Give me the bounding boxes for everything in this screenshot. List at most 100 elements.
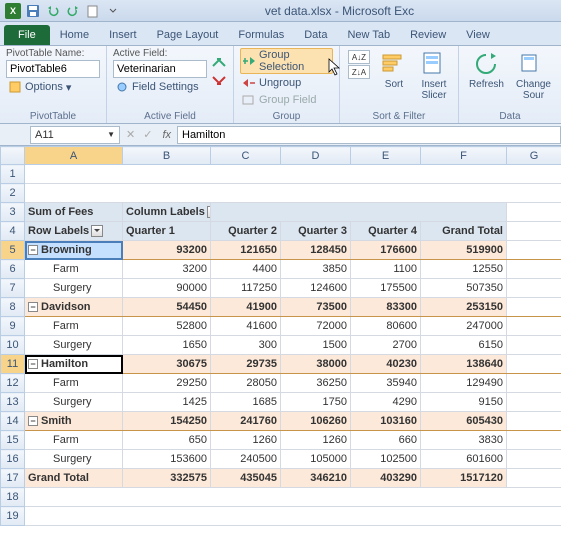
row-header[interactable]: 5 (1, 241, 25, 260)
cell[interactable]: 1260 (281, 431, 351, 450)
col-header-A[interactable]: A (25, 147, 123, 165)
change-source-button[interactable]: Change Sour (512, 48, 555, 103)
row-header[interactable]: 10 (1, 336, 25, 355)
cell[interactable]: 52800 (123, 317, 211, 336)
qat-dropdown-icon[interactable] (104, 2, 122, 20)
options-button[interactable]: Options ▾ (6, 79, 100, 95)
tab-insert[interactable]: Insert (99, 25, 147, 45)
cell[interactable]: 93200 (123, 241, 211, 260)
row-header[interactable]: 2 (1, 184, 25, 203)
tab-page-layout[interactable]: Page Layout (147, 25, 229, 45)
pivot-row-smith[interactable]: −Smith (25, 412, 123, 431)
cell[interactable]: 253150 (421, 298, 507, 317)
collapse-icon[interactable]: − (28, 302, 38, 312)
cell[interactable]: 3850 (281, 260, 351, 279)
row-header[interactable]: 14 (1, 412, 25, 431)
cell[interactable]: 28050 (211, 374, 281, 393)
tab-home[interactable]: Home (50, 25, 99, 45)
cell[interactable]: 138640 (421, 355, 507, 374)
collapse-icon[interactable]: − (28, 245, 38, 255)
expand-field-icon[interactable] (211, 56, 227, 70)
cell[interactable]: 54450 (123, 298, 211, 317)
cell[interactable]: 124600 (281, 279, 351, 298)
fx-icon[interactable]: fx (156, 129, 177, 141)
cell[interactable]: 73500 (281, 298, 351, 317)
cell[interactable]: 83300 (351, 298, 421, 317)
excel-icon[interactable]: X (4, 2, 22, 20)
cell[interactable]: 1260 (211, 431, 281, 450)
qtr-header[interactable]: Quarter 1 (123, 222, 211, 241)
cell[interactable]: 121650 (211, 241, 281, 260)
cell[interactable]: 38000 (281, 355, 351, 374)
cell[interactable]: 117250 (211, 279, 281, 298)
select-all-corner[interactable] (1, 147, 25, 165)
cell[interactable]: 601600 (421, 450, 507, 469)
col-header-E[interactable]: E (351, 147, 421, 165)
redo-icon[interactable] (64, 2, 82, 20)
cancel-icon[interactable]: ✕ (122, 128, 139, 141)
tab-file[interactable]: File (4, 25, 50, 45)
cell[interactable]: 90000 (123, 279, 211, 298)
sort-button[interactable]: Sort (376, 48, 412, 103)
row-header[interactable]: 3 (1, 203, 25, 222)
pivot-subrow[interactable]: Surgery (25, 336, 123, 355)
cell[interactable]: 128450 (281, 241, 351, 260)
qtr-header[interactable]: Quarter 3 (281, 222, 351, 241)
cell[interactable]: 650 (123, 431, 211, 450)
cell[interactable]: 3830 (421, 431, 507, 450)
cell[interactable]: 1650 (123, 336, 211, 355)
cell[interactable]: 102500 (351, 450, 421, 469)
name-box[interactable]: A11▼ (30, 126, 120, 144)
collapse-field-icon[interactable] (211, 73, 227, 87)
cell[interactable]: 36250 (281, 374, 351, 393)
cell[interactable]: 300 (211, 336, 281, 355)
cell[interactable]: 176600 (351, 241, 421, 260)
cell[interactable]: 9150 (421, 393, 507, 412)
tab-data[interactable]: Data (294, 25, 337, 45)
row-header[interactable]: 11 (1, 355, 25, 374)
row-header[interactable]: 1 (1, 165, 25, 184)
row-header[interactable]: 17 (1, 469, 25, 488)
row-header[interactable]: 4 (1, 222, 25, 241)
cell[interactable]: 346210 (281, 469, 351, 488)
coldrop-icon[interactable] (207, 206, 211, 218)
pivot-subrow[interactable]: Farm (25, 374, 123, 393)
cell[interactable]: 41900 (211, 298, 281, 317)
tab-review[interactable]: Review (400, 25, 456, 45)
cell[interactable]: 29735 (211, 355, 281, 374)
cell[interactable]: 1425 (123, 393, 211, 412)
cell[interactable]: 153600 (123, 450, 211, 469)
cell[interactable]: 435045 (211, 469, 281, 488)
pivot-subrow[interactable]: Farm (25, 260, 123, 279)
row-labels[interactable]: Row Labels (25, 222, 123, 241)
ungroup-button[interactable]: Ungroup (240, 75, 333, 91)
cell[interactable]: 1750 (281, 393, 351, 412)
cell[interactable]: 1500 (281, 336, 351, 355)
pivottable-name-input[interactable] (6, 60, 100, 78)
pivot-subrow[interactable]: Surgery (25, 393, 123, 412)
cell[interactable]: 403290 (351, 469, 421, 488)
row-header[interactable]: 8 (1, 298, 25, 317)
rowdrop-icon[interactable] (91, 225, 103, 237)
cell[interactable]: 105000 (281, 450, 351, 469)
pivot-subrow[interactable]: Surgery (25, 450, 123, 469)
cell[interactable]: 106260 (281, 412, 351, 431)
undo-icon[interactable] (44, 2, 62, 20)
row-header[interactable]: 19 (1, 507, 25, 526)
cell[interactable]: 35940 (351, 374, 421, 393)
row-header[interactable]: 12 (1, 374, 25, 393)
row-header[interactable]: 9 (1, 317, 25, 336)
cell[interactable]: 2700 (351, 336, 421, 355)
cell[interactable]: 241760 (211, 412, 281, 431)
cell[interactable]: 80600 (351, 317, 421, 336)
col-header-B[interactable]: B (123, 147, 211, 165)
cell[interactable]: 103160 (351, 412, 421, 431)
cell[interactable]: 72000 (281, 317, 351, 336)
tab-view[interactable]: View (456, 25, 500, 45)
worksheet-grid[interactable]: A B C D E F G 1 2 3 Sum of Fees Column L… (0, 146, 561, 526)
cell[interactable]: 605430 (421, 412, 507, 431)
cell[interactable]: 30675 (123, 355, 211, 374)
pivot-subrow[interactable]: Farm (25, 317, 123, 336)
save-icon[interactable] (24, 2, 42, 20)
cell[interactable]: 129490 (421, 374, 507, 393)
